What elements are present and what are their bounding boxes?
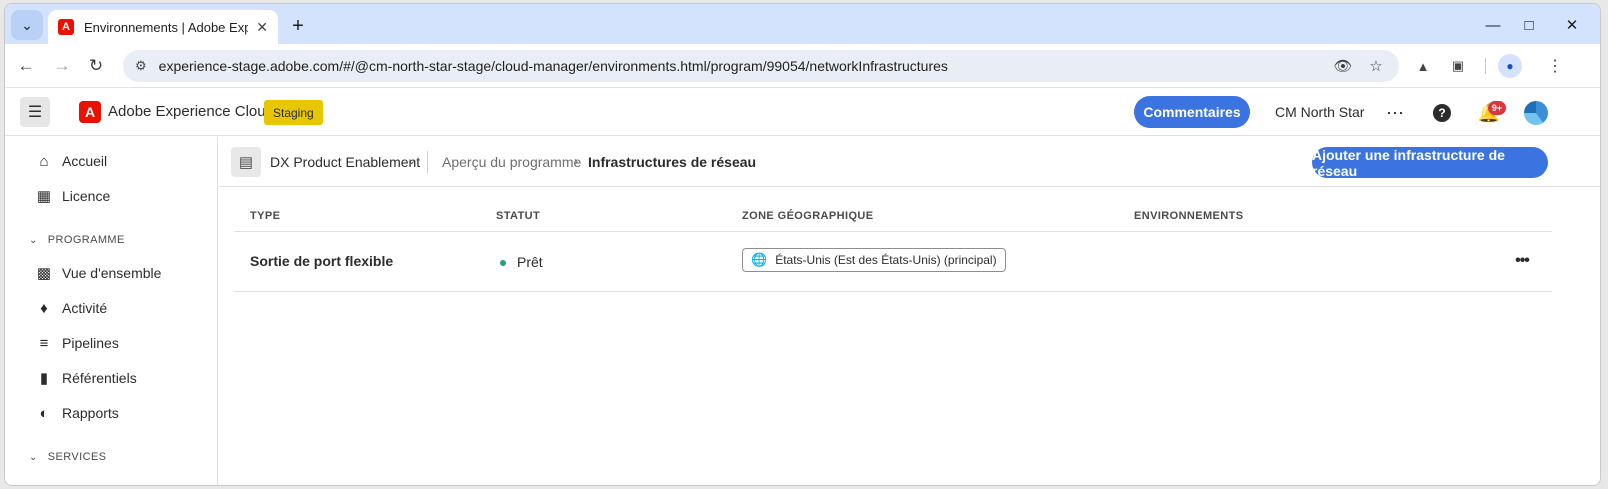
sidebar-item-label: Rapports: [62, 405, 119, 421]
section-label: PROGRAMME: [47, 234, 125, 246]
star-icon[interactable]: ☆: [1363, 52, 1389, 80]
cell-type: Sortie de port flexible: [250, 253, 394, 269]
program-subheader: ▤ DX Product Enablement ⌄ Aperçu du prog…: [219, 137, 1600, 187]
sidebar-item-label: Licence: [62, 188, 111, 204]
breadcrumb-current: Infrastructures de réseau: [588, 154, 757, 170]
toolbar-divider: [1485, 58, 1486, 74]
help-icon-button[interactable]: ?: [1430, 101, 1454, 125]
puzzle-icon[interactable]: ▣: [1446, 54, 1470, 78]
globe-icon: 🌐: [751, 252, 768, 267]
brand-name: Adobe Experience Cloud: [108, 103, 274, 120]
sidebar-item-reports[interactable]: ◐ Rapports: [35, 399, 119, 427]
menu-icon[interactable]: ⋮: [1543, 54, 1567, 78]
site-settings-icon[interactable]: ⚙: [135, 58, 147, 74]
close-window-icon[interactable]: ✕: [1557, 12, 1587, 38]
program-switcher[interactable]: DX Product Enablement: [270, 154, 420, 170]
chevron-down-icon: ⌄: [29, 234, 38, 246]
cell-status: Prêt: [517, 254, 543, 270]
sidebar-item-license[interactable]: ▦ Licence: [35, 182, 110, 210]
reports-icon: ◐: [39, 404, 49, 422]
sidebar-item-label: Pipelines: [62, 335, 119, 351]
sidebar-item-overview[interactable]: ▩ Vue d'ensemble: [35, 259, 162, 287]
table-header: TYPE STATUT ZONE GÉOGRAPHIQUE ENVIRONNEM…: [234, 202, 1552, 232]
sidebar-item-home[interactable]: ⌂ Accueil: [35, 147, 107, 175]
column-header-region: ZONE GÉOGRAPHIQUE: [742, 210, 874, 222]
pipeline-icon: ≡: [39, 334, 49, 352]
adobe-logo-icon: A: [79, 101, 101, 123]
home-icon: ⌂: [39, 152, 49, 170]
plus-icon[interactable]: +: [285, 13, 311, 39]
license-icon: ▦: [36, 188, 52, 205]
back-icon[interactable]: ←: [12, 52, 40, 80]
status-dot-icon: [500, 260, 506, 266]
org-switcher[interactable]: CM North Star: [1275, 104, 1364, 120]
minimize-icon[interactable]: —: [1478, 12, 1508, 38]
apps-grid-icon[interactable]: ⋯: [1383, 101, 1407, 125]
sidebar: ⌂ Accueil ▦ Licence ⌄ PROGRAMME ▩ Vue d'…: [5, 137, 218, 485]
address-bar[interactable]: ⚙ experience-stage.adobe.com/#/@cm-north…: [123, 50, 1399, 82]
hamburger-icon[interactable]: ☰: [20, 97, 50, 127]
chevron-right-icon: ›: [574, 154, 578, 168]
extension-icon[interactable]: ▲: [1411, 54, 1435, 78]
add-network-infrastructure-button[interactable]: Ajouter une infrastructure de réseau: [1312, 147, 1548, 179]
sidebar-item-label: Accueil: [62, 153, 108, 169]
sidebar-item-activity[interactable]: ♦ Activité: [35, 294, 107, 322]
tab-title: Environnements | Adobe Experi: [84, 19, 249, 35]
profile-icon[interactable]: ●: [1498, 54, 1522, 78]
staging-badge: Staging: [264, 100, 323, 125]
avatar[interactable]: [1524, 101, 1548, 125]
more-actions-icon[interactable]: •••: [1510, 249, 1534, 273]
program-icon: ▤: [231, 147, 261, 177]
sidebar-item-label: Activité: [62, 300, 108, 316]
adobe-favicon: A: [58, 19, 74, 35]
region-label: États-Unis (Est des États-Unis) (princip…: [775, 253, 997, 267]
close-icon[interactable]: ✕: [256, 19, 268, 36]
sidebar-item-pipelines[interactable]: ≡ Pipelines: [35, 329, 119, 357]
folder-icon: ▮: [39, 370, 49, 387]
notification-badge: 9+: [1488, 101, 1506, 115]
forward-icon[interactable]: →: [48, 52, 76, 80]
sidebar-item-label: Vue d'ensemble: [62, 265, 162, 281]
bell-icon: ♦: [40, 299, 48, 317]
browser-tab[interactable]: A Environnements | Adobe Experi ✕: [48, 10, 278, 44]
column-header-status: STATUT: [496, 210, 541, 222]
region-tag: 🌐 États-Unis (Est des États-Unis) (princ…: [742, 248, 1006, 272]
tab-strip: ⌄ A Environnements | Adobe Experi ✕ + — …: [5, 4, 1600, 44]
sidebar-section-program[interactable]: ⌄ PROGRAMME: [29, 234, 125, 246]
help-icon: ?: [1433, 104, 1451, 122]
app-header: ☰ A Adobe Experience Cloud Staging Comme…: [5, 88, 1600, 136]
browser-toolbar: ← → ↻ ⚙ experience-stage.adobe.com/#/@cm…: [5, 44, 1600, 88]
tab-search-icon[interactable]: ⌄: [11, 10, 43, 40]
chevron-down-icon: ⌄: [29, 451, 38, 463]
sidebar-item-repositories[interactable]: ▮ Référentiels: [35, 364, 137, 392]
reload-icon[interactable]: ↻: [82, 52, 110, 80]
maximize-icon[interactable]: □: [1514, 12, 1544, 38]
breadcrumb-program-overview[interactable]: Aperçu du programme: [442, 154, 581, 170]
sidebar-item-label: Référentiels: [62, 370, 137, 386]
overview-icon: ▩: [36, 265, 52, 282]
browser-window: ⌄ A Environnements | Adobe Experi ✕ + — …: [4, 3, 1601, 486]
chevron-down-icon[interactable]: ⌄: [407, 154, 416, 167]
main-content: ▤ DX Product Enablement ⌄ Aperçu du prog…: [219, 137, 1600, 485]
table-row[interactable]: Sortie de port flexible Prêt 🌐 États-Uni…: [234, 233, 1552, 292]
url-text[interactable]: experience-stage.adobe.com/#/@cm-north-s…: [159, 58, 948, 74]
section-label: SERVICES: [47, 451, 107, 463]
eye-off-icon[interactable]: 👁: [1330, 52, 1356, 80]
column-header-environments: ENVIRONNEMENTS: [1134, 210, 1244, 222]
divider: [427, 151, 428, 173]
sidebar-section-services[interactable]: ⌄ SERVICES: [29, 451, 106, 463]
column-header-type: TYPE: [250, 210, 281, 222]
feedback-button[interactable]: Commentaires: [1134, 96, 1250, 128]
